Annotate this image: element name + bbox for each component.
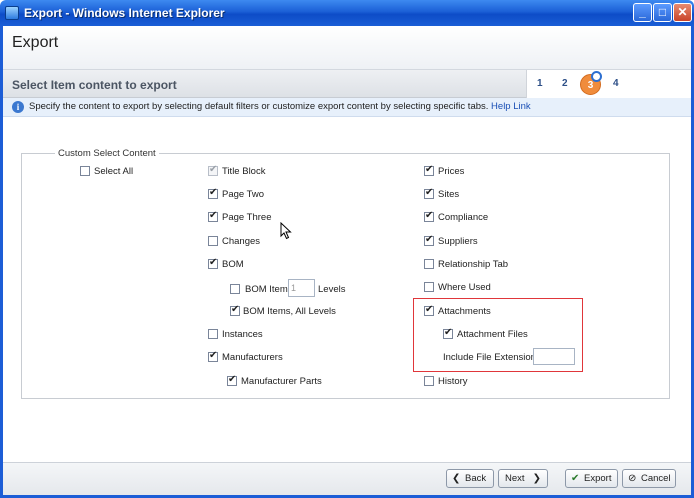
group-legend: Custom Select Content xyxy=(55,148,159,159)
sites-label: Sites xyxy=(438,189,460,200)
step-4[interactable]: 4 xyxy=(613,78,619,89)
back-button-label: Back xyxy=(465,473,487,484)
info-text: Specify the content to export by selecti… xyxy=(29,101,531,112)
history-checkbox[interactable] xyxy=(424,376,434,386)
step-indicator xyxy=(526,70,691,98)
bom-items-checkbox[interactable] xyxy=(230,284,240,294)
changes-label: Changes xyxy=(222,236,261,247)
attachments-checkbox[interactable] xyxy=(424,304,434,316)
select-all-label: Select All xyxy=(94,166,134,177)
compliance-checkbox[interactable] xyxy=(424,210,434,222)
manufacturers-label: Manufacturers xyxy=(222,352,283,363)
export-button[interactable]: ✔ Export xyxy=(565,469,618,488)
attachments-label: Attachments xyxy=(438,306,491,317)
cancel-button[interactable]: ⊘ Cancel xyxy=(622,469,676,488)
page-two-label: Page Two xyxy=(222,189,265,200)
prices-checkbox[interactable] xyxy=(424,164,434,176)
page-three-label: Page Three xyxy=(222,212,272,223)
include-file-extensions-label: Include File Extensions: xyxy=(443,352,544,363)
relationship-tab-checkbox[interactable] xyxy=(424,259,434,269)
close-button[interactable]: ✕ xyxy=(673,3,692,22)
bom-checkbox[interactable] xyxy=(208,257,218,269)
next-button-label: Next xyxy=(505,473,525,484)
step-title: Select Item content to export xyxy=(12,78,177,92)
page-three-checkbox[interactable] xyxy=(208,210,218,222)
info-icon: i xyxy=(12,101,24,113)
bom-items-all-levels-label: BOM Items, All Levels xyxy=(243,306,336,317)
mouse-cursor-icon xyxy=(280,222,292,240)
where-used-checkbox[interactable] xyxy=(424,282,434,292)
next-button[interactable]: Next ❯ xyxy=(498,469,548,488)
bom-label: BOM xyxy=(222,259,244,270)
chevron-left-icon: ❮ xyxy=(452,473,461,484)
where-used-label: Where Used xyxy=(438,282,491,293)
history-label: History xyxy=(438,376,468,387)
attachment-files-label: Attachment Files xyxy=(457,329,528,340)
header-band xyxy=(3,26,691,70)
prices-label: Prices xyxy=(438,166,465,177)
minimize-button[interactable]: _ xyxy=(633,3,652,22)
bom-items-all-levels-checkbox[interactable] xyxy=(230,304,240,316)
manufacturer-parts-label: Manufacturer Parts xyxy=(241,376,322,387)
compliance-label: Compliance xyxy=(438,212,489,223)
file-extensions-input[interactable] xyxy=(533,348,575,365)
bom-levels-input[interactable]: 1 xyxy=(288,279,315,297)
suppliers-checkbox[interactable] xyxy=(424,234,434,246)
window-title: Export - Windows Internet Explorer xyxy=(24,6,225,20)
ie-icon xyxy=(5,6,19,20)
step-1[interactable]: 1 xyxy=(537,78,543,89)
title-block-checkbox xyxy=(208,164,218,176)
refresh-icon xyxy=(591,71,602,82)
sites-checkbox[interactable] xyxy=(424,187,434,199)
checkmark-icon: ✔ xyxy=(571,473,580,484)
page-title: Export xyxy=(12,34,59,51)
select-all-checkbox[interactable] xyxy=(80,166,90,176)
cancel-icon: ⊘ xyxy=(628,473,637,484)
manufacturer-parts-checkbox[interactable] xyxy=(227,374,237,386)
relationship-tab-label: Relationship Tab xyxy=(438,259,509,270)
changes-checkbox[interactable] xyxy=(208,236,218,246)
help-link[interactable]: Help Link xyxy=(491,101,531,112)
page-two-checkbox[interactable] xyxy=(208,187,218,199)
levels-label: Levels xyxy=(318,284,346,295)
bom-items-label: BOM Items xyxy=(245,284,293,295)
maximize-button[interactable]: □ xyxy=(653,3,672,22)
export-button-label: Export xyxy=(584,473,612,484)
instances-checkbox[interactable] xyxy=(208,329,218,339)
chevron-right-icon: ❯ xyxy=(532,473,541,484)
instances-label: Instances xyxy=(222,329,263,340)
title-block-label: Title Block xyxy=(222,166,266,177)
back-button[interactable]: ❮ Back xyxy=(446,469,494,488)
suppliers-label: Suppliers xyxy=(438,236,478,247)
step-2[interactable]: 2 xyxy=(562,78,568,89)
cancel-button-label: Cancel xyxy=(641,473,671,484)
attachment-files-checkbox[interactable] xyxy=(443,327,453,339)
manufacturers-checkbox[interactable] xyxy=(208,350,218,362)
info-message: Specify the content to export by selecti… xyxy=(29,101,489,112)
